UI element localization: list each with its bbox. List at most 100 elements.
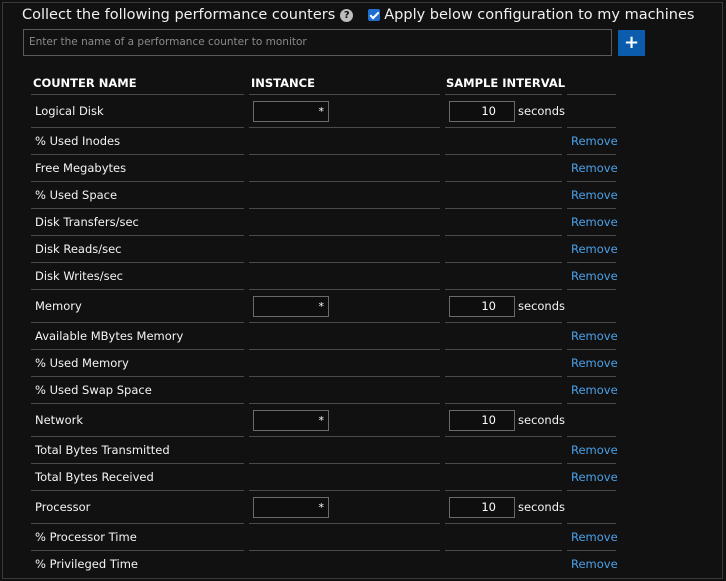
row-divider bbox=[567, 208, 616, 209]
row-divider bbox=[445, 289, 562, 290]
row-divider bbox=[445, 436, 562, 437]
row-divider bbox=[567, 436, 616, 437]
counter-name: Disk Writes/sec bbox=[35, 268, 123, 283]
row-divider bbox=[445, 235, 562, 236]
row-divider bbox=[31, 322, 244, 323]
row-divider bbox=[249, 94, 440, 95]
counter-name: Disk Transfers/sec bbox=[35, 214, 139, 229]
sample-interval-input[interactable]: 10 bbox=[449, 409, 515, 431]
instance-input[interactable]: * bbox=[253, 496, 329, 518]
panel-header: Collect the following performance counte… bbox=[22, 5, 694, 25]
remove-counter-link[interactable]: Remove bbox=[571, 134, 618, 148]
row-divider bbox=[567, 181, 616, 182]
row-divider bbox=[31, 235, 244, 236]
counter-group-name: Network bbox=[35, 412, 84, 427]
row-divider bbox=[567, 550, 616, 551]
sample-interval-input[interactable]: 10 bbox=[449, 496, 515, 518]
instance-input[interactable]: * bbox=[253, 295, 329, 317]
interval-unit-label: seconds bbox=[518, 412, 566, 427]
row-divider bbox=[31, 289, 244, 290]
remove-counter-link[interactable]: Remove bbox=[571, 161, 618, 175]
interval-unit-label: seconds bbox=[518, 103, 566, 118]
column-header-counter-name: COUNTER NAME bbox=[33, 76, 137, 90]
add-counter-button[interactable]: + bbox=[618, 30, 645, 56]
row-divider bbox=[31, 436, 244, 437]
panel-title: Collect the following performance counte… bbox=[22, 7, 336, 23]
row-divider bbox=[249, 181, 440, 182]
instance-input[interactable]: * bbox=[253, 100, 329, 122]
row-divider bbox=[31, 127, 244, 128]
counter-name: % Privileged Time bbox=[35, 556, 138, 571]
row-divider bbox=[567, 262, 616, 263]
row-divider bbox=[445, 490, 562, 491]
row-divider bbox=[31, 376, 244, 377]
row-divider bbox=[31, 349, 244, 350]
row-divider bbox=[249, 550, 440, 551]
remove-counter-link[interactable]: Remove bbox=[571, 443, 618, 457]
counter-name: Disk Reads/sec bbox=[35, 241, 122, 256]
row-divider bbox=[567, 127, 616, 128]
row-divider bbox=[31, 523, 244, 524]
remove-counter-link[interactable]: Remove bbox=[571, 530, 618, 544]
apply-config-checkbox[interactable] bbox=[368, 9, 381, 21]
remove-counter-link[interactable]: Remove bbox=[571, 215, 618, 229]
interval-unit-label: seconds bbox=[518, 298, 566, 313]
sample-interval-input[interactable]: 10 bbox=[449, 100, 515, 122]
row-divider bbox=[249, 262, 440, 263]
row-divider bbox=[31, 490, 244, 491]
column-header-instance: INSTANCE bbox=[251, 76, 315, 90]
row-divider bbox=[567, 322, 616, 323]
counter-name: % Used Memory bbox=[35, 355, 129, 370]
row-divider bbox=[249, 154, 440, 155]
counter-name: % Used Inodes bbox=[35, 133, 121, 148]
row-divider bbox=[249, 349, 440, 350]
remove-counter-link[interactable]: Remove bbox=[571, 557, 618, 571]
row-divider bbox=[249, 463, 440, 464]
remove-counter-link[interactable]: Remove bbox=[571, 470, 618, 484]
row-divider bbox=[31, 181, 244, 182]
counter-name: Available MBytes Memory bbox=[35, 328, 184, 343]
help-circle-icon[interactable]: ? bbox=[340, 8, 354, 22]
row-divider bbox=[249, 490, 440, 491]
remove-counter-link[interactable]: Remove bbox=[571, 188, 618, 202]
remove-counter-link[interactable]: Remove bbox=[571, 383, 618, 397]
row-divider bbox=[567, 289, 616, 290]
row-divider bbox=[249, 403, 440, 404]
counter-search-input[interactable]: Enter the name of a performance counter … bbox=[23, 29, 612, 56]
row-divider bbox=[445, 322, 562, 323]
remove-counter-link[interactable]: Remove bbox=[571, 356, 618, 370]
row-divider bbox=[445, 403, 562, 404]
row-divider bbox=[567, 523, 616, 524]
row-divider bbox=[249, 322, 440, 323]
counter-name: Total Bytes Received bbox=[35, 469, 154, 484]
counter-group-name: Logical Disk bbox=[35, 103, 104, 118]
row-divider bbox=[445, 208, 562, 209]
instance-input[interactable]: * bbox=[253, 409, 329, 431]
row-divider bbox=[567, 403, 616, 404]
apply-config-label[interactable]: Apply below configuration to my machines bbox=[384, 7, 694, 23]
row-divider bbox=[31, 463, 244, 464]
counter-name: % Used Swap Space bbox=[35, 382, 152, 397]
counter-name: % Used Space bbox=[35, 187, 118, 202]
row-divider bbox=[31, 262, 244, 263]
row-divider bbox=[567, 463, 616, 464]
remove-counter-link[interactable]: Remove bbox=[571, 269, 618, 283]
row-divider bbox=[567, 490, 616, 491]
row-divider bbox=[445, 463, 562, 464]
counter-name: Total Bytes Transmitted bbox=[35, 442, 170, 457]
row-divider bbox=[31, 94, 244, 95]
remove-counter-link[interactable]: Remove bbox=[571, 329, 618, 343]
row-divider bbox=[445, 262, 562, 263]
row-divider bbox=[249, 376, 440, 377]
sample-interval-input[interactable]: 10 bbox=[449, 295, 515, 317]
row-divider bbox=[567, 154, 616, 155]
row-divider bbox=[31, 154, 244, 155]
row-divider bbox=[567, 94, 616, 95]
row-divider bbox=[445, 376, 562, 377]
row-divider bbox=[567, 349, 616, 350]
row-divider bbox=[445, 154, 562, 155]
remove-counter-link[interactable]: Remove bbox=[571, 242, 618, 256]
row-divider bbox=[445, 127, 562, 128]
row-divider bbox=[249, 523, 440, 524]
row-divider bbox=[31, 403, 244, 404]
